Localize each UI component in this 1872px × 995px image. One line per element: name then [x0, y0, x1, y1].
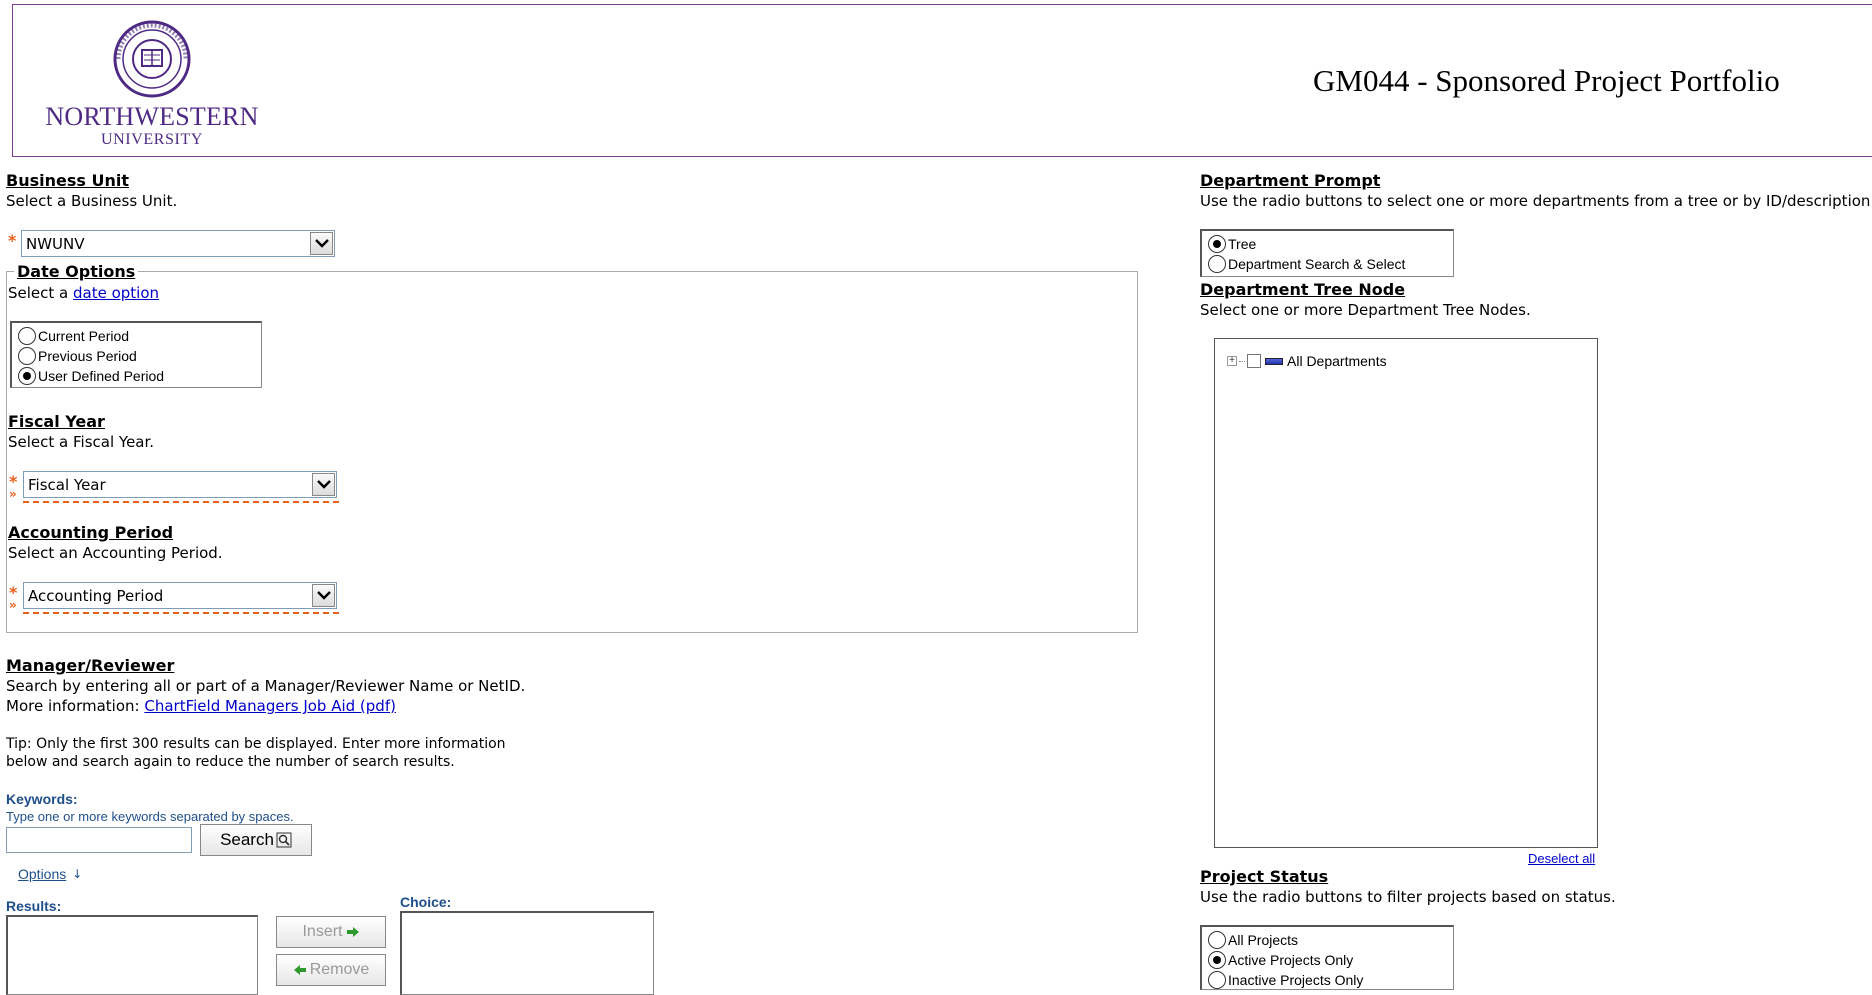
tree-node-label: All Departments: [1287, 353, 1387, 369]
results-label: Results:: [6, 898, 62, 914]
project-status-title: Project Status: [1200, 867, 1329, 886]
seal-icon: [113, 20, 191, 98]
fiscal-year-value: Fiscal Year: [28, 475, 106, 494]
manager-reviewer-desc: Search by entering all or part of a Mana…: [6, 677, 526, 695]
choice-listbox[interactable]: [400, 911, 654, 995]
radio-active-projects-only[interactable]: Active Projects Only: [1208, 950, 1453, 970]
radio-previous-period[interactable]: Previous Period: [18, 346, 261, 366]
department-prompt-radio-group: Tree Department Search & Select: [1200, 229, 1454, 277]
tip-line-1: Tip: Only the first 300 results can be d…: [6, 736, 506, 752]
radio-label: All Projects: [1228, 932, 1299, 948]
fiscal-year-desc: Select a Fiscal Year.: [8, 433, 155, 451]
radio-button[interactable]: [1208, 255, 1226, 273]
business-unit-desc: Select a Business Unit.: [6, 192, 178, 210]
radio-label: User Defined Period: [38, 368, 165, 384]
date-options-desc: Select a date option: [8, 284, 159, 302]
manager-reviewer-title: Manager/Reviewer: [6, 656, 175, 675]
chevron-down-icon[interactable]: [312, 473, 335, 496]
radio-label: Department Search & Select: [1228, 256, 1406, 272]
radio-button-selected[interactable]: [1208, 235, 1226, 253]
radio-label: Previous Period: [38, 348, 137, 364]
chevron-down-icon[interactable]: [312, 584, 335, 607]
date-options-title: Date Options: [14, 262, 139, 281]
radio-button[interactable]: [18, 347, 36, 365]
options-link[interactable]: Options: [18, 866, 66, 882]
project-status-radio-group: All Projects Active Projects Only Inacti…: [1200, 925, 1454, 990]
department-tree-panel[interactable]: + All Departments: [1214, 338, 1598, 848]
radio-label: Tree: [1228, 236, 1257, 252]
project-status-desc: Use the radio buttons to filter projects…: [1200, 888, 1616, 906]
date-option-link[interactable]: date option: [73, 284, 159, 302]
folder-icon: [1265, 357, 1283, 365]
logo-name: NORTHWESTERN: [45, 102, 259, 131]
radio-button[interactable]: [18, 327, 36, 345]
radio-button[interactable]: [1208, 971, 1226, 989]
radio-inactive-projects-only[interactable]: Inactive Projects Only: [1208, 970, 1453, 990]
search-icon: [276, 832, 292, 848]
business-unit-value: NWUNV: [26, 234, 85, 253]
more-information: More information: ChartField Managers Jo…: [6, 697, 396, 715]
node-checkbox[interactable]: [1247, 354, 1261, 368]
search-button-label: Search: [220, 830, 274, 849]
radio-label: Active Projects Only: [1228, 952, 1354, 968]
required-marker: *: [9, 472, 18, 491]
department-tree-title: Department Tree Node: [1200, 280, 1406, 299]
business-unit-select[interactable]: NWUNV: [21, 230, 335, 257]
choice-label: Choice:: [400, 894, 452, 910]
department-tree-desc: Select one or more Department Tree Nodes…: [1200, 301, 1531, 319]
required-underline: [23, 501, 339, 503]
chevron-double-down-icon[interactable]: ↓: [72, 868, 82, 880]
accounting-period-desc: Select an Accounting Period.: [8, 544, 223, 562]
radio-department-search-select[interactable]: Department Search & Select: [1208, 254, 1453, 274]
expand-icon[interactable]: +: [1227, 356, 1237, 366]
report-title: GM044 - Sponsored Project Portfolio: [1313, 63, 1780, 98]
arrow-left-icon: [293, 965, 306, 975]
remove-button[interactable]: Remove: [276, 954, 386, 986]
radio-tree[interactable]: Tree: [1208, 234, 1453, 254]
keywords-label: Keywords:: [6, 791, 78, 807]
remove-button-label: Remove: [309, 961, 370, 978]
date-options-desc-prefix: Select a: [8, 284, 69, 302]
tree-node-all-departments[interactable]: + All Departments: [1227, 353, 1387, 369]
required-marker: *: [8, 231, 17, 250]
radio-label: Inactive Projects Only: [1228, 972, 1364, 988]
radio-button[interactable]: [1208, 931, 1226, 949]
radio-button-selected[interactable]: [1208, 951, 1226, 969]
results-listbox[interactable]: [6, 915, 258, 995]
keywords-hint: Type one or more keywords separated by s…: [6, 809, 294, 824]
search-button[interactable]: Search: [200, 824, 312, 856]
insert-button[interactable]: Insert: [276, 916, 386, 948]
department-prompt-title: Department Prompt: [1200, 171, 1381, 190]
department-prompt-desc: Use the radio buttons to select one or m…: [1200, 192, 1872, 210]
required-arrow-icon: »: [9, 598, 17, 612]
radio-all-projects[interactable]: All Projects: [1208, 930, 1453, 950]
arrow-right-icon: [346, 927, 359, 937]
fiscal-year-select[interactable]: Fiscal Year: [23, 471, 337, 498]
chevron-down-icon[interactable]: [310, 232, 333, 255]
tip-line-2: below and search again to reduce the num…: [6, 754, 455, 770]
required-marker: *: [9, 583, 18, 602]
more-info-prefix: More information:: [6, 697, 140, 715]
fiscal-year-title: Fiscal Year: [8, 412, 105, 431]
date-options-radio-group: Current Period Previous Period User Defi…: [10, 321, 262, 388]
required-arrow-icon: »: [9, 487, 17, 501]
report-header: NORTHWESTERN UNIVERSITY GM044 - Sponsore…: [12, 4, 1872, 157]
radio-label: Current Period: [38, 328, 130, 344]
business-unit-title: Business Unit: [6, 171, 129, 190]
insert-button-label: Insert: [302, 923, 343, 940]
options-toggle[interactable]: Options ↓: [18, 866, 82, 882]
radio-current-period[interactable]: Current Period: [18, 326, 261, 346]
tree-connector: [1239, 360, 1245, 362]
logo-subtitle: UNIVERSITY: [101, 131, 203, 148]
radio-user-defined-period[interactable]: User Defined Period: [18, 366, 261, 386]
university-logo: NORTHWESTERN UNIVERSITY: [37, 19, 267, 149]
accounting-period-title: Accounting Period: [8, 523, 174, 542]
keywords-input[interactable]: [6, 827, 192, 853]
chartfield-managers-job-aid-link[interactable]: ChartField Managers Job Aid (pdf): [144, 697, 396, 715]
required-underline: [23, 612, 339, 614]
accounting-period-select[interactable]: Accounting Period: [23, 582, 337, 609]
deselect-all-link[interactable]: Deselect all: [1528, 851, 1595, 866]
accounting-period-value: Accounting Period: [28, 586, 164, 605]
radio-button-selected[interactable]: [18, 367, 36, 385]
